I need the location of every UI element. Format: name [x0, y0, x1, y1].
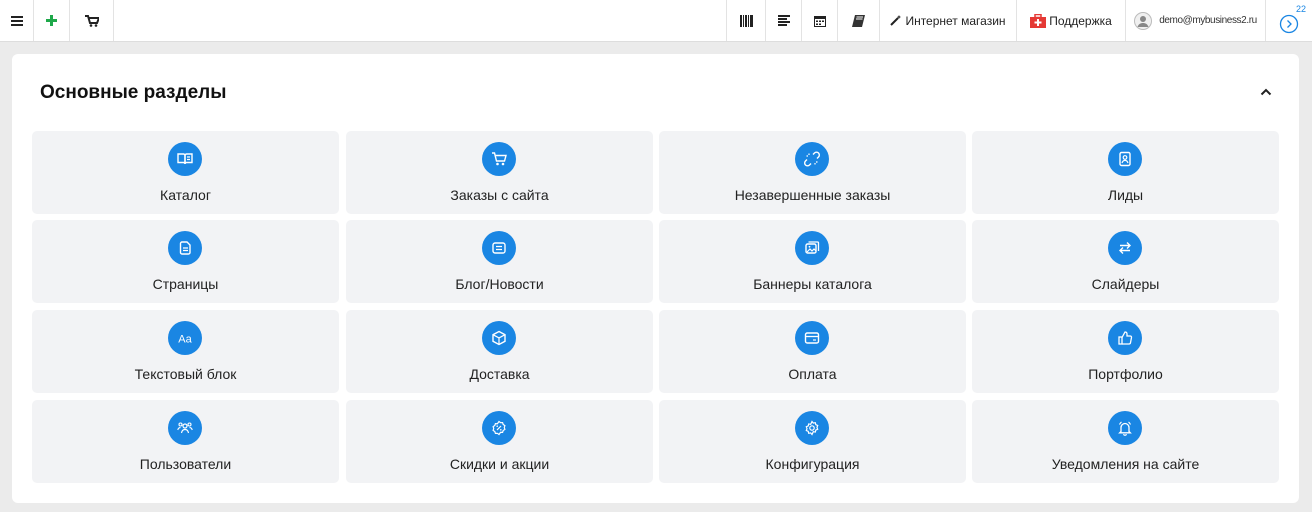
thumbs-up-icon [1108, 321, 1142, 355]
tile-label: Портфолио [1088, 366, 1163, 382]
plus-icon [46, 15, 57, 26]
tile-users[interactable]: Пользователи [32, 400, 339, 483]
tile-text-block[interactable]: Aa Текстовый блок [32, 310, 339, 393]
pages-icon [168, 231, 202, 265]
tile-label: Пользователи [139, 456, 232, 472]
tile-label: Страницы [152, 276, 219, 292]
news-icon [482, 231, 516, 265]
book-button[interactable] [838, 0, 880, 41]
broken-link-icon [795, 142, 829, 176]
collapse-button[interactable] [1256, 82, 1276, 102]
book-open-icon [168, 142, 202, 176]
tile-catalog[interactable]: Каталог [32, 131, 339, 214]
tile-label: Доставка [469, 366, 530, 382]
menu-icon [10, 15, 23, 26]
add-button[interactable] [34, 0, 70, 41]
tile-pages[interactable]: Страницы [32, 220, 339, 303]
tile-unfinished-orders[interactable]: Незавершенные заказы [659, 131, 966, 214]
barcode-button[interactable] [726, 0, 766, 41]
tile-label: Лиды [1107, 187, 1144, 203]
users-icon [168, 411, 202, 445]
book-icon [851, 14, 865, 27]
tile-label: Слайдеры [1091, 276, 1160, 292]
support-link[interactable]: Поддержка [1017, 0, 1126, 41]
tile-label: Баннеры каталога [753, 276, 872, 292]
chevron-up-icon [1260, 88, 1272, 96]
tile-portfolio[interactable]: Портфолио [972, 310, 1279, 393]
tile-discounts[interactable]: Скидки и акции [346, 400, 653, 483]
tile-leads[interactable]: Лиды [972, 131, 1279, 214]
menu-button[interactable] [0, 0, 34, 41]
box-icon [482, 321, 516, 355]
arrows-swap-icon [1108, 231, 1142, 265]
tile-site-orders[interactable]: Заказы с сайта [346, 131, 653, 214]
tile-site-notifications[interactable]: Уведомления на сайте [972, 400, 1279, 483]
tile-label: Каталог [160, 187, 211, 203]
card-icon [795, 321, 829, 355]
calendar-button[interactable] [802, 0, 838, 41]
tile-label: Заказы с сайта [450, 187, 549, 203]
contact-card-icon [1108, 142, 1142, 176]
user-account-menu[interactable]: demo@mybusiness2.ru [1126, 0, 1266, 41]
first-aid-icon [1030, 13, 1047, 28]
tile-configuration[interactable]: Конфигурация [659, 400, 966, 483]
discount-icon [482, 411, 516, 445]
chevron-circle-icon [1279, 14, 1299, 33]
tile-sliders[interactable]: Слайдеры [972, 220, 1279, 303]
top-toolbar: Интернет магазин Поддержка demo@mybusine… [0, 0, 1312, 42]
magic-wand-icon [890, 15, 902, 26]
online-shop-link[interactable]: Интернет магазин [880, 0, 1017, 41]
cart-button[interactable] [70, 0, 114, 41]
section-title: Основные разделы [40, 82, 227, 103]
notifications-count: 22 [1296, 4, 1307, 14]
cart-icon [84, 14, 99, 27]
text-font-icon: Aa [168, 321, 202, 355]
list-icon [777, 15, 790, 26]
tile-delivery[interactable]: Доставка [346, 310, 653, 393]
cart-icon [482, 142, 516, 176]
user-email: demo@mybusiness2.ru [1159, 15, 1257, 26]
calendar-icon [813, 15, 826, 27]
tile-catalog-banners[interactable]: Баннеры каталога [659, 220, 966, 303]
support-label: Поддержка [1049, 13, 1112, 28]
barcode-icon [739, 14, 753, 27]
tile-label: Уведомления на сайте [1051, 456, 1200, 472]
user-avatar-icon [1134, 11, 1153, 30]
tile-label: Оплата [788, 366, 837, 382]
main-sections-panel: Основные разделы Каталог Заказы с сайта … [12, 54, 1299, 503]
tile-label: Текстовый блок [134, 366, 237, 382]
tile-label: Конфигурация [765, 456, 860, 472]
online-shop-label: Интернет магазин [905, 13, 1006, 28]
list-button[interactable] [766, 0, 802, 41]
notifications-button[interactable]: 22 [1266, 0, 1312, 41]
tile-label: Незавершенные заказы [734, 187, 891, 203]
tile-blog-news[interactable]: Блог/Новости [346, 220, 653, 303]
gallery-icon [795, 231, 829, 265]
svg-text:Aa: Aa [178, 334, 192, 346]
bell-icon [1108, 411, 1142, 445]
settings-icon [795, 411, 829, 445]
tile-label: Блог/Новости [455, 276, 544, 292]
tile-label: Скидки и акции [449, 456, 550, 472]
tile-payment[interactable]: Оплата [659, 310, 966, 393]
